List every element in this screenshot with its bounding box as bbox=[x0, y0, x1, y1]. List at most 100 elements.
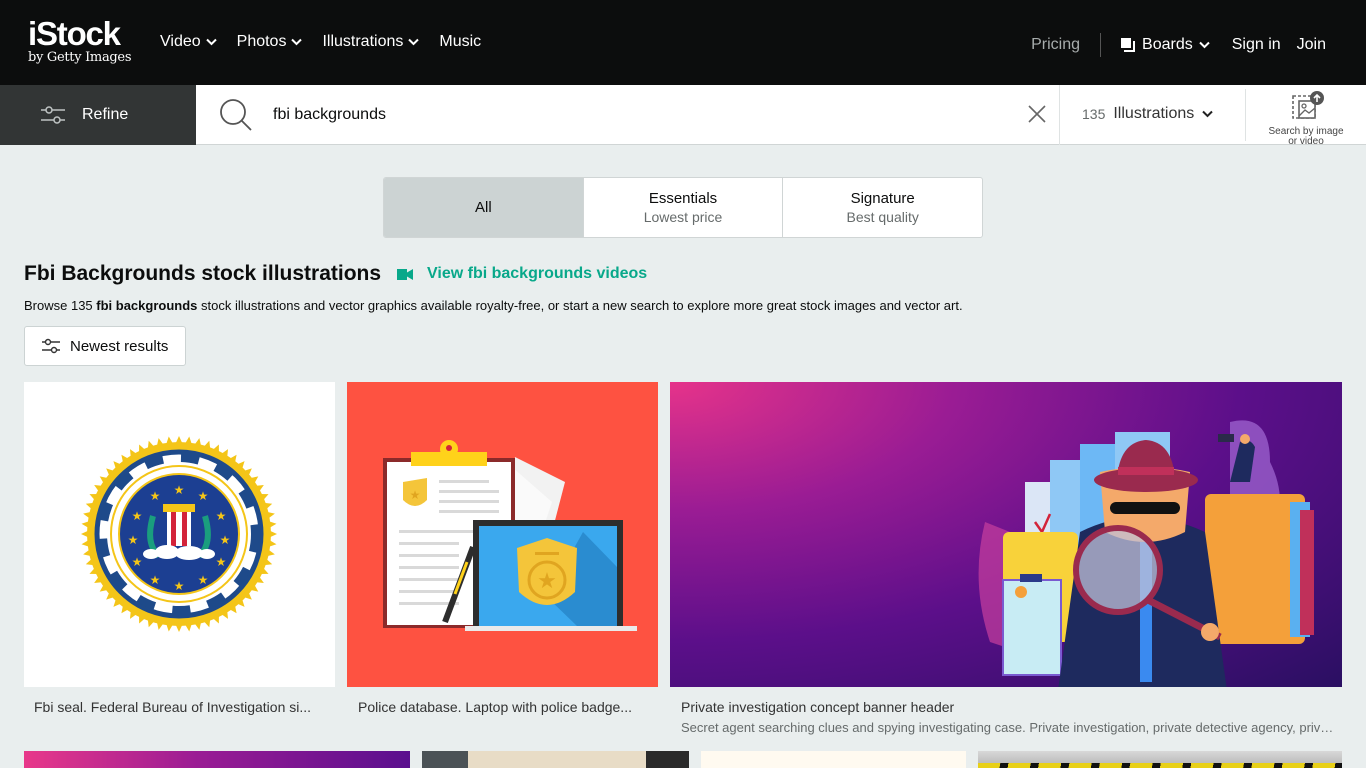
svg-text:★: ★ bbox=[410, 488, 421, 502]
result-count: 135 bbox=[1082, 106, 1106, 122]
search-by-image-button[interactable]: Search by image or video bbox=[1262, 90, 1350, 147]
result-image-fbi-seal[interactable]: ★ ★ ★ ★ ★ ★ ★ ★ ★ ★ ★ ★ bbox=[24, 382, 335, 687]
tab-all[interactable]: All bbox=[384, 178, 584, 237]
result-description: Secret agent searching clues and spying … bbox=[681, 720, 1336, 735]
seal-tooth bbox=[174, 436, 184, 447]
nav-music[interactable]: Music bbox=[439, 33, 481, 51]
license-filter-tabs: All Essentials Lowest price Signature Be… bbox=[383, 177, 983, 238]
result-image-private-investigation[interactable] bbox=[670, 382, 1342, 687]
caution-stripes bbox=[978, 763, 1342, 768]
seal-tooth bbox=[81, 538, 93, 548]
video-camera-icon bbox=[397, 268, 413, 280]
result-image[interactable] bbox=[24, 751, 410, 768]
boards-label: Boards bbox=[1142, 36, 1193, 53]
svg-text:★: ★ bbox=[198, 573, 209, 587]
search-input[interactable] bbox=[273, 101, 1013, 129]
boards-menu[interactable]: Boards bbox=[1121, 36, 1210, 54]
svg-text:★: ★ bbox=[537, 569, 557, 594]
logo-tagline: by Getty Images bbox=[28, 50, 132, 65]
svg-text:★: ★ bbox=[132, 555, 143, 569]
svg-text:★: ★ bbox=[174, 483, 185, 497]
svg-text:★: ★ bbox=[150, 573, 161, 587]
seal-tooth bbox=[183, 436, 193, 448]
image-upload-icon bbox=[1292, 91, 1324, 119]
seal-tooth bbox=[183, 620, 193, 632]
nav-photos[interactable]: Photos bbox=[237, 33, 303, 51]
tab-essentials[interactable]: Essentials Lowest price bbox=[584, 178, 784, 237]
istock-logo[interactable]: iStock by Getty Images bbox=[28, 15, 132, 65]
svg-text:★: ★ bbox=[216, 509, 227, 523]
chevron-down-icon bbox=[1199, 41, 1210, 49]
tab-signature-subtitle: Best quality bbox=[846, 209, 919, 225]
image-detail bbox=[468, 751, 646, 768]
result-image[interactable] bbox=[422, 751, 689, 768]
seal-tooth bbox=[165, 620, 175, 632]
fbi-seal-illustration: ★ ★ ★ ★ ★ ★ ★ ★ ★ ★ ★ ★ bbox=[81, 436, 277, 632]
tab-essentials-label: Essentials bbox=[648, 190, 718, 207]
divider bbox=[1245, 89, 1246, 141]
nav-video[interactable]: Video bbox=[160, 33, 217, 51]
view-videos-label: View fbi backgrounds videos bbox=[427, 265, 648, 282]
svg-text:★: ★ bbox=[220, 533, 231, 547]
browse-description: Browse 135 fbi backgrounds stock illustr… bbox=[24, 298, 963, 313]
result-image-police-database[interactable]: ★ ★ bbox=[347, 382, 658, 687]
seal-tooth bbox=[265, 520, 277, 530]
close-icon[interactable] bbox=[1028, 105, 1046, 123]
tab-essentials-subtitle: Lowest price bbox=[643, 209, 723, 225]
image-detail bbox=[646, 751, 689, 768]
sign-in-link[interactable]: Sign in bbox=[1232, 36, 1281, 54]
boards-icon bbox=[1121, 37, 1136, 52]
tab-signature[interactable]: Signature Best quality bbox=[783, 178, 982, 237]
seal-tooth bbox=[165, 436, 175, 448]
svg-text:★: ★ bbox=[174, 579, 185, 593]
nav-illustrations[interactable]: Illustrations bbox=[322, 33, 420, 51]
filter-sliders-icon bbox=[41, 106, 65, 124]
browse-prefix: Browse 135 bbox=[24, 298, 97, 313]
sort-label: Newest results bbox=[70, 337, 169, 355]
seal-tooth bbox=[81, 520, 93, 530]
svg-text:★: ★ bbox=[128, 533, 139, 547]
result-caption[interactable]: Police database. Laptop with police badg… bbox=[358, 699, 653, 715]
refine-button[interactable]: Refine bbox=[0, 85, 196, 145]
seal-tooth bbox=[81, 529, 92, 539]
sort-button[interactable]: Newest results bbox=[24, 326, 186, 366]
nav-divider bbox=[1100, 33, 1102, 57]
svg-text:★: ★ bbox=[150, 489, 161, 503]
result-caption[interactable]: Fbi seal. Federal Bureau of Investigatio… bbox=[34, 699, 329, 715]
search-by-image-label-2: or video bbox=[1288, 136, 1324, 147]
tab-all-label: All bbox=[475, 199, 492, 216]
search-icon[interactable] bbox=[218, 97, 254, 133]
nav-video-label: Video bbox=[160, 33, 201, 50]
filter-sliders-icon bbox=[42, 338, 60, 354]
seal-tooth bbox=[265, 538, 277, 548]
chevron-down-icon bbox=[205, 38, 217, 46]
seal-tooth bbox=[174, 621, 184, 632]
asset-type-label: Illustrations bbox=[1113, 105, 1195, 122]
search-bar: Refine 135 Illustrations Search by image… bbox=[0, 85, 1366, 147]
view-videos-link[interactable]: View fbi backgrounds videos bbox=[397, 265, 647, 283]
chevron-down-icon bbox=[1202, 110, 1213, 118]
logo-wordmark: iStock bbox=[28, 15, 121, 52]
nav-photos-label: Photos bbox=[236, 33, 287, 50]
detective-illustration bbox=[978, 420, 1314, 687]
police-database-illustration: ★ ★ bbox=[383, 440, 637, 631]
nav-illustrations-label: Illustrations bbox=[322, 33, 404, 50]
refine-label: Refine bbox=[82, 106, 129, 123]
main-nav: Video Photos Illustrations Music bbox=[160, 33, 481, 51]
browse-query: fbi backgrounds bbox=[96, 298, 198, 313]
svg-text:★: ★ bbox=[132, 509, 143, 523]
result-image[interactable] bbox=[978, 751, 1342, 768]
seal-tooth bbox=[266, 529, 277, 539]
result-image[interactable] bbox=[701, 751, 966, 768]
svg-text:★: ★ bbox=[198, 489, 209, 503]
page-title: Fbi Backgrounds stock illustrations bbox=[24, 262, 382, 285]
join-link[interactable]: Join bbox=[1297, 36, 1326, 54]
top-navigation: iStock by Getty Images Video Photos Illu… bbox=[0, 0, 1366, 85]
nav-music-label: Music bbox=[439, 33, 482, 50]
asset-type-dropdown[interactable]: 135 Illustrations bbox=[1082, 105, 1213, 123]
divider bbox=[1059, 85, 1060, 145]
svg-text:★: ★ bbox=[216, 555, 227, 569]
pricing-link[interactable]: Pricing bbox=[1031, 36, 1080, 54]
chevron-down-icon bbox=[291, 38, 303, 46]
result-caption[interactable]: Private investigation concept banner hea… bbox=[681, 699, 1336, 715]
